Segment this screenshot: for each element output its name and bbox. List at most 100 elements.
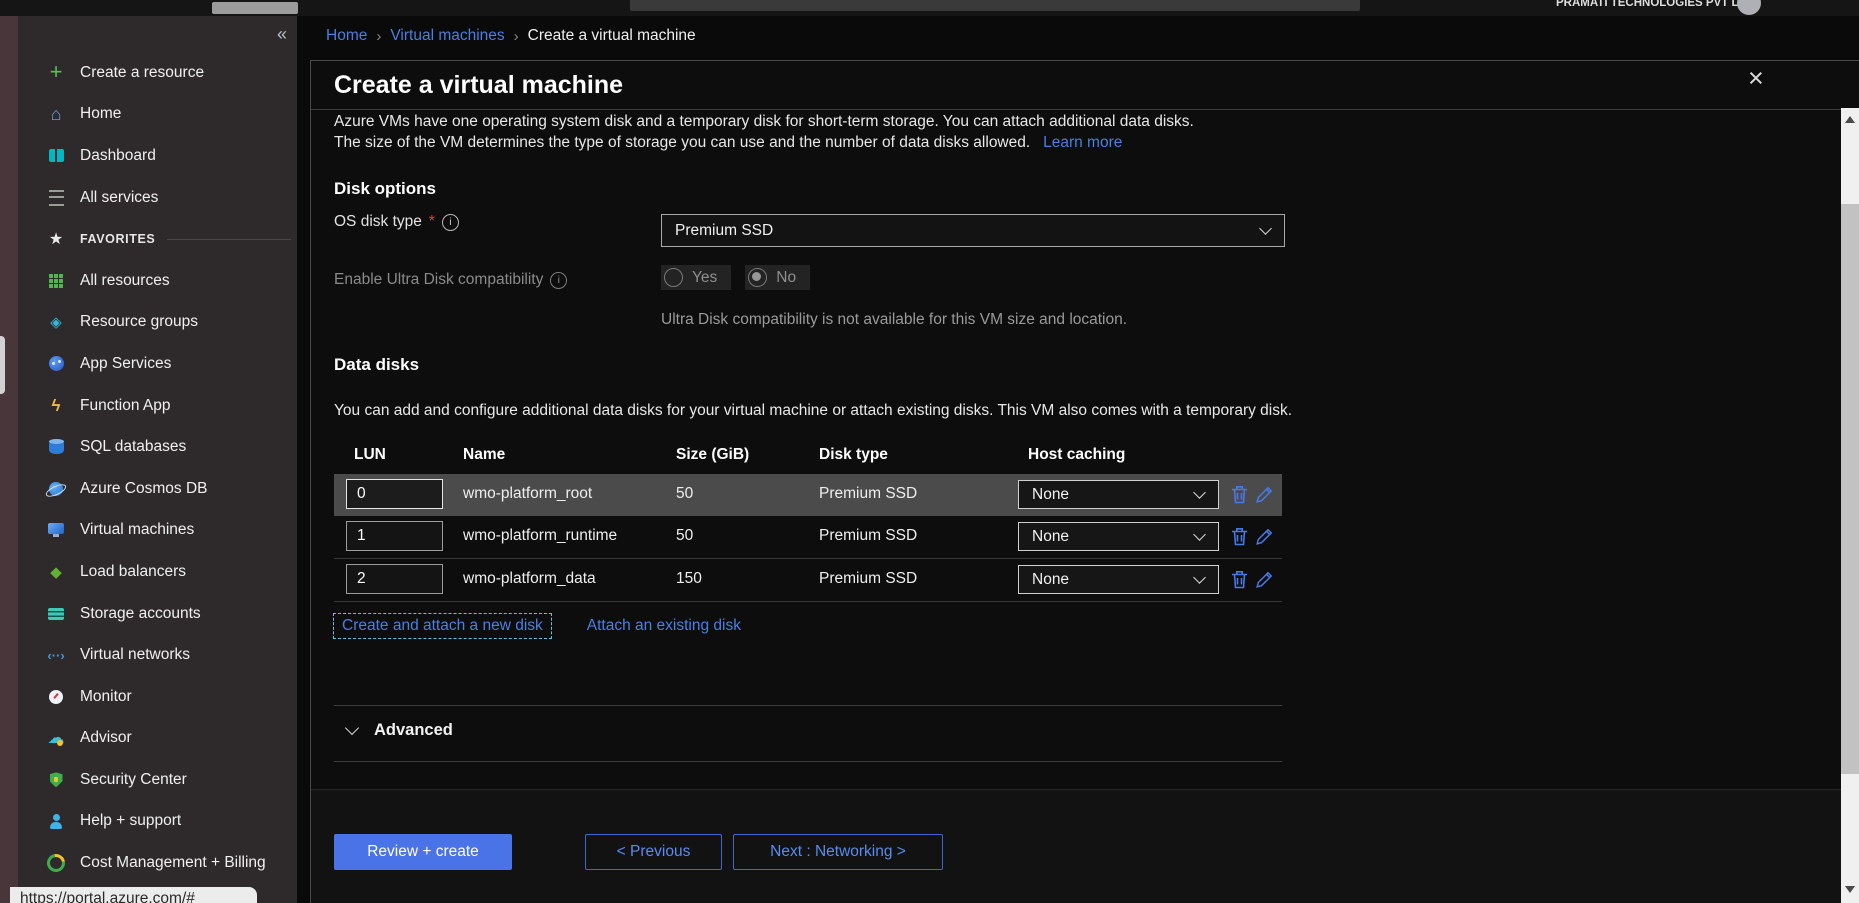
panel-footer: Review + create < Previous Next : Networ… [311,789,1859,903]
info-icon[interactable]: i [442,214,459,231]
host-caching-dropdown[interactable]: None [1018,565,1219,594]
resource-groups-icon: ◈ [44,312,68,332]
virtual-networks-icon: ‹··› [44,645,68,665]
create-and-attach-new-disk-link[interactable]: Create and attach a new disk [333,613,552,639]
trash-icon[interactable] [1231,570,1251,590]
os-disk-type-dropdown[interactable]: Premium SSD [661,214,1285,247]
table-row: wmo-platform_root 50 Premium SSD None [334,474,1282,516]
page-title: Create a virtual machine [334,71,623,100]
ultra-disk-label: Enable Ultra Disk compatibility i [334,271,567,289]
chevron-down-icon [1259,222,1272,235]
sidebar-item-create-a-resource[interactable]: + Create a resource [18,52,297,94]
pencil-icon[interactable] [1255,485,1275,505]
title-divider [311,109,1859,110]
table-header-row: LUN Name Size (GiB) Disk type Host cachi… [334,436,1282,474]
disk-options-heading: Disk options [334,179,436,199]
sidebar-item-advisor[interactable]: ☁ Advisor [18,718,297,760]
attach-existing-disk-link[interactable]: Attach an existing disk [587,617,741,635]
sidebar-item-security-center[interactable]: Security Center [18,759,297,801]
avatar[interactable] [1737,0,1761,15]
lun-input[interactable] [346,479,443,509]
trash-icon[interactable] [1231,527,1251,547]
global-search-box[interactable] [630,0,1360,11]
advanced-section-toggle[interactable]: Advanced [347,721,453,740]
breadcrumb-virtual-machines-link[interactable]: Virtual machines [390,27,504,45]
info-icon[interactable]: i [550,272,567,289]
tenant-name[interactable]: PRAMATI TECHNOLOGIES PVT L... [1556,0,1748,9]
chevron-down-icon [1193,528,1206,541]
favorites-divider [167,239,291,240]
radio-yes-circle[interactable] [664,268,683,287]
left-edge-strip [0,16,18,903]
column-header-lun: LUN [354,446,386,464]
sidebar-item-storage-accounts[interactable]: Storage accounts [18,593,297,635]
pencil-icon[interactable] [1255,527,1275,547]
app-services-icon [44,354,68,374]
advanced-label: Advanced [374,721,453,740]
sidebar-item-monitor[interactable]: Monitor [18,676,297,718]
all-resources-icon [44,271,68,291]
intro-text: Azure VMs have one operating system disk… [334,111,1309,153]
lun-input[interactable] [346,521,443,551]
sidebar-item-virtual-networks[interactable]: ‹··› Virtual networks [18,634,297,676]
sidebar-item-app-services[interactable]: App Services [18,343,297,385]
host-caching-dropdown[interactable]: None [1018,522,1219,551]
sidebar-item-azure-cosmos-db[interactable]: Azure Cosmos DB [18,468,297,510]
pencil-icon[interactable] [1255,570,1275,590]
sidebar-item-cost-management-billing[interactable]: Cost Management + Billing [18,842,297,884]
column-header-name: Name [463,446,505,464]
close-icon[interactable]: × [1748,63,1764,94]
review-create-button[interactable]: Review + create [334,834,512,870]
sidebar-item-all-resources[interactable]: All resources [18,260,297,302]
next-networking-button[interactable]: Next : Networking > [733,834,943,870]
disk-size: 50 [676,485,693,503]
monitor-icon [44,687,68,707]
status-url: https://portal.azure.com/# [10,887,257,903]
sidebar-item-dashboard[interactable]: Dashboard [18,135,297,177]
sidebar-item-resource-groups[interactable]: ◈ Resource groups [18,302,297,344]
radio-no[interactable]: No [745,265,810,290]
column-header-host-caching: Host caching [1028,446,1125,464]
load-balancers-icon: ◆ [44,562,68,582]
sidebar-section-favorites: ★ FAVORITES [18,218,297,260]
lun-input[interactable] [346,564,443,594]
table-row: wmo-platform_data 150 Premium SSD None [334,559,1282,602]
sidebar-item-sql-databases[interactable]: SQL databases [18,426,297,468]
disk-name: wmo-platform_root [463,485,592,503]
learn-more-link[interactable]: Learn more [1043,134,1122,151]
sidebar-item-home[interactable]: ⌂ Home [18,94,297,136]
sidebar-top-scrollbar[interactable] [212,2,298,14]
scrollbar-thumb[interactable] [1841,204,1859,774]
advisor-icon: ☁ [44,728,68,748]
breadcrumb-separator: › [376,28,381,45]
breadcrumb-home-link[interactable]: Home [326,27,367,45]
host-caching-dropdown[interactable]: None [1018,480,1219,509]
sidebar-item-virtual-machines[interactable]: Virtual machines [18,510,297,552]
security-center-icon [44,770,68,790]
chevron-down-icon [345,721,359,735]
trash-icon[interactable] [1231,485,1251,505]
scroll-up-arrow-icon[interactable] [1845,116,1855,123]
breadcrumb-separator: › [514,28,519,45]
left-edge-handle[interactable] [0,336,5,394]
radio-no-circle[interactable] [748,268,767,287]
table-row: wmo-platform_runtime 50 Premium SSD None [334,516,1282,559]
sidebar-item-help-support[interactable]: Help + support [18,801,297,843]
plus-icon: + [44,63,68,83]
breadcrumb-current: Create a virtual machine [528,27,696,45]
scroll-down-arrow-icon[interactable] [1845,886,1855,893]
sidebar-list: + Create a resource ⌂ Home Dashboard All… [18,52,297,884]
ultra-disk-radio-group: Yes No [661,265,810,290]
data-disks-heading: Data disks [334,355,419,375]
radio-yes[interactable]: Yes [661,265,731,290]
breadcrumb: Home › Virtual machines › Create a virtu… [326,27,696,45]
sidebar-item-all-services[interactable]: All services [18,177,297,219]
intro-line1: Azure VMs have one operating system disk… [334,111,1309,132]
sidebar-collapse-icon[interactable]: « [277,24,287,45]
home-icon: ⌂ [44,104,68,124]
previous-button[interactable]: < Previous [585,834,722,870]
sidebar-item-function-app[interactable]: ϟ Function App [18,385,297,427]
chevron-down-icon [1193,486,1206,499]
sidebar-item-load-balancers[interactable]: ◆ Load balancers [18,551,297,593]
content-area: Home › Virtual machines › Create a virtu… [297,16,1859,903]
